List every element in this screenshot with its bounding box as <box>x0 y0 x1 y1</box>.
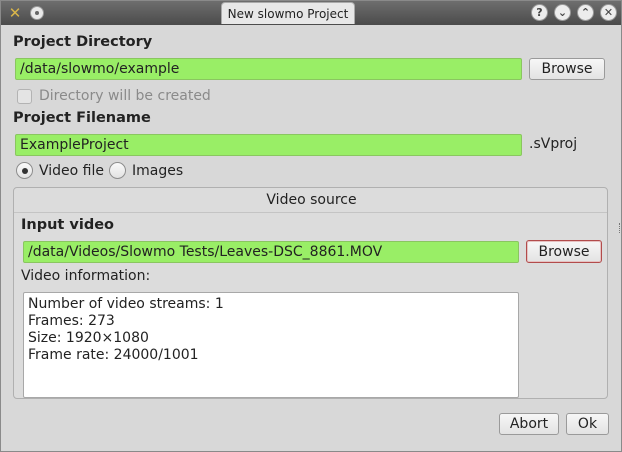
video-file-label[interactable]: Video file <box>39 163 104 179</box>
video-info-textarea[interactable]: Number of video streams: 1 Frames: 273 S… <box>23 292 519 398</box>
video-source-title: Video source <box>266 192 357 208</box>
ok-button[interactable]: Ok <box>566 413 609 435</box>
project-directory-field[interactable]: /data/slowmo/example <box>15 58 522 80</box>
window-title: New slowmo Project <box>221 2 355 24</box>
info-line: Number of video streams: 1 <box>28 296 224 312</box>
title-bar: ✕ New slowmo Project ? ⌄ ⌃ ✕ <box>1 1 621 25</box>
app-icon[interactable]: ✕ <box>5 3 25 23</box>
directory-created-checkbox[interactable] <box>17 89 32 104</box>
info-line: Frame rate: 24000/1001 <box>28 347 199 363</box>
video-info-label: Video information: <box>21 268 151 284</box>
images-label[interactable]: Images <box>132 163 183 179</box>
help-icon[interactable]: ? <box>531 4 548 21</box>
minimize-icon[interactable]: ⌄ <box>554 4 571 21</box>
maximize-icon[interactable]: ⌃ <box>577 4 594 21</box>
directory-created-label: Directory will be created <box>39 88 211 104</box>
info-line: Frames: 273 <box>28 313 115 329</box>
radio-selected-dot <box>21 167 28 174</box>
project-filename-label: Project Filename <box>13 110 151 126</box>
video-file-radio[interactable] <box>16 162 33 179</box>
input-video-field[interactable]: /data/Videos/Slowmo Tests/Leaves-DSC_886… <box>23 241 519 263</box>
browse-video-button[interactable]: Browse <box>526 240 602 263</box>
abort-button[interactable]: Abort <box>499 413 559 435</box>
filename-suffix: .sVproj <box>529 136 578 152</box>
images-radio[interactable] <box>109 162 126 179</box>
menu-icon[interactable] <box>27 3 47 23</box>
close-icon[interactable]: ✕ <box>600 4 617 21</box>
resize-grip[interactable] <box>619 223 621 233</box>
info-line: Size: 1920×1080 <box>28 330 149 346</box>
project-filename-field[interactable]: ExampleProject <box>15 134 522 156</box>
browse-directory-button[interactable]: Browse <box>529 58 605 80</box>
input-video-label: Input video <box>21 217 114 233</box>
group-divider <box>14 212 607 213</box>
dialog-window: ✕ New slowmo Project ? ⌄ ⌃ ✕ Project Dir… <box>0 0 622 452</box>
project-directory-label: Project Directory <box>13 34 153 50</box>
